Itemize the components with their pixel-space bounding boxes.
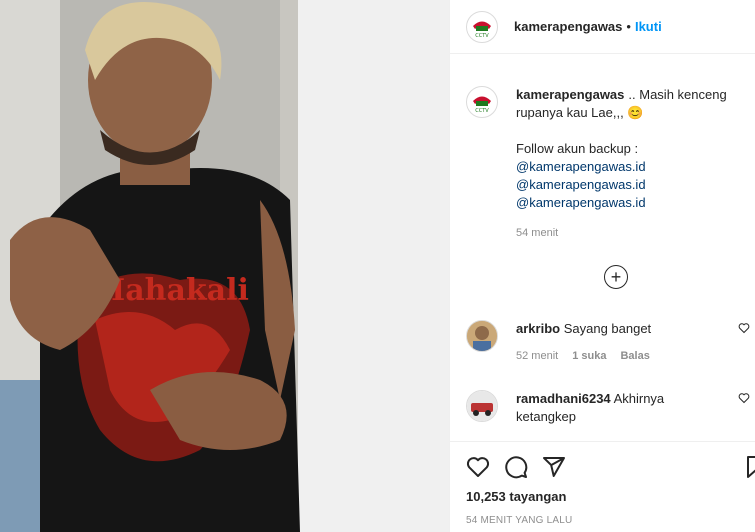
post-details-panel: CCTV kamerapengawas • Ikuti CCTV kamerap… [449, 0, 755, 532]
action-bar: 10,253 tayangan 54 MENIT YANG LALU [450, 441, 755, 532]
like-comment-heart-icon[interactable] [738, 322, 750, 334]
share-send-icon[interactable] [542, 455, 566, 479]
svg-text:CCTV: CCTV [475, 33, 489, 39]
comment-meta: 52 menit 1 suka Balas [516, 350, 650, 362]
comment-time: 52 menit [516, 350, 559, 362]
comment-avatar[interactable] [466, 390, 498, 422]
comment-likes[interactable]: 1 suka [572, 350, 606, 362]
mention-link[interactable]: @kamerapengawas.id [516, 158, 755, 176]
cctv-logo-icon: CCTV [468, 88, 496, 116]
view-count: 10,253 tayangan [466, 489, 567, 504]
comment-text: Sayang banget [563, 321, 652, 336]
like-heart-icon[interactable] [466, 455, 490, 479]
caption-username[interactable]: kamerapengawas [516, 87, 624, 102]
reply-button[interactable]: Balas [620, 350, 649, 362]
comment-body: ramadhani6234 Akhirnya ketangkep [516, 390, 736, 426]
caption-line2: rupanya kau Lae,,, [516, 105, 624, 120]
caption-line1: .. Masih kenceng [628, 87, 727, 102]
like-comment-heart-icon[interactable] [738, 392, 750, 404]
comment-bubble-icon[interactable] [504, 455, 528, 479]
cctv-logo-icon: CCTV [468, 12, 496, 41]
post-username[interactable]: kamerapengawas [514, 19, 622, 34]
caption-time: 54 menit [516, 227, 559, 239]
load-more-comments-button[interactable]: + [604, 265, 628, 289]
video-player[interactable]: Mahakali [0, 0, 449, 532]
comment-text-line2: ketangkep [516, 409, 576, 424]
svg-text:CCTV: CCTV [475, 108, 489, 114]
avatar[interactable]: CCTV [466, 10, 498, 43]
save-bookmark-icon[interactable] [744, 455, 755, 479]
caption-avatar[interactable]: CCTV [466, 86, 498, 118]
follow-button[interactable]: Ikuti [635, 19, 662, 34]
comment-body: arkribo Sayang banget [516, 320, 736, 338]
smile-emoji-icon: 😊 [627, 105, 644, 120]
plus-circle-icon: + [610, 267, 622, 287]
separator-dot: • [626, 19, 631, 34]
user-photo-icon [467, 391, 497, 421]
user-photo-icon [467, 321, 497, 351]
comment-text: Akhirnya [613, 391, 665, 406]
mention-link[interactable]: @kamerapengawas.id [516, 194, 755, 212]
post-header: CCTV kamerapengawas • Ikuti [450, 0, 755, 54]
mention-link[interactable]: @kamerapengawas.id [516, 176, 755, 194]
video-frame: Mahakali [0, 0, 449, 532]
comment-username[interactable]: ramadhani6234 [516, 391, 611, 406]
caption-text: kamerapengawas .. Masih kenceng rupanya k… [516, 86, 755, 242]
post-timestamp: 54 MENIT YANG LALU [466, 515, 573, 526]
comment-avatar[interactable] [466, 320, 498, 352]
follow-backup-text: Follow akun backup : [516, 141, 639, 156]
comment-username[interactable]: arkribo [516, 321, 560, 336]
action-icons [466, 455, 566, 479]
